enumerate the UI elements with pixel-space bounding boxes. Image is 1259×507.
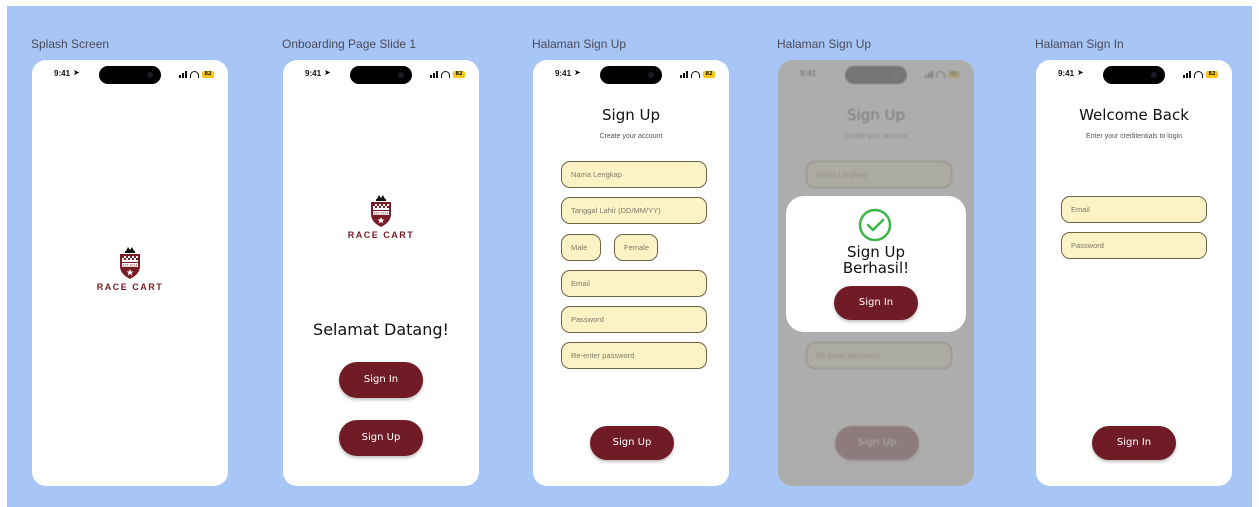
battery-icon: 82 xyxy=(1206,71,1218,78)
birth-date-field[interactable]: Tanggal Lahir (DD/MM/YY) xyxy=(561,197,707,224)
sign-up-button[interactable]: Sign Up xyxy=(339,420,423,456)
status-icons: 82 xyxy=(680,70,715,78)
phone-signin: 9:41 ➤ 82 Welcome Back Enter your credite… xyxy=(1036,60,1232,486)
svg-text:EST.2024: EST.2024 xyxy=(123,263,138,267)
status-time: 9:41 xyxy=(1058,69,1075,78)
success-message-line1: Sign Up xyxy=(847,243,905,261)
race-cart-logo: EST.2024 RACE CART xyxy=(331,194,431,240)
phone-onboarding: 9:41 ➤ 82 EST.2024 RACE CART Selamat Data… xyxy=(283,60,479,486)
status-icons: 82 xyxy=(430,70,465,78)
reenter-password-field[interactable]: Re-enter password xyxy=(561,342,707,369)
crest-icon: EST.2024 xyxy=(371,195,391,227)
email-field[interactable]: Email xyxy=(1061,196,1207,223)
svg-text:EST.2024: EST.2024 xyxy=(374,211,389,215)
phone-signup: 9:41 ➤ 82 Sign Up Create your account Nam… xyxy=(533,60,729,486)
sign-in-button[interactable]: Sign In xyxy=(339,362,423,398)
frame-label-onboarding: Onboarding Page Slide 1 xyxy=(282,37,417,51)
status-bar: 9:41 ➤ 82 xyxy=(1036,60,1232,90)
dialog-sign-in-button[interactable]: Sign In xyxy=(834,286,918,320)
location-arrow-icon: ➤ xyxy=(73,68,80,77)
success-message: Sign Up Berhasil! xyxy=(786,244,966,276)
page-subtitle: Enter your creditentials to login xyxy=(1085,133,1183,140)
wifi-icon xyxy=(1194,71,1203,78)
success-dialog: Sign Up Berhasil! Sign In xyxy=(786,196,966,332)
brand-name: RACE CART xyxy=(347,230,415,240)
sign-in-submit-button[interactable]: Sign In xyxy=(1092,426,1176,460)
wifi-icon xyxy=(441,71,450,78)
brand-name: RACE CART xyxy=(96,282,164,292)
phone-splash: 9:41 ➤ 82 EST.2024 RACE CART xyxy=(32,60,228,486)
page-title: Welcome Back xyxy=(1079,106,1189,124)
signal-icon xyxy=(1183,71,1191,78)
signal-icon xyxy=(179,71,187,78)
frame-label-signup: Halaman Sign Up xyxy=(532,37,627,51)
wifi-icon xyxy=(691,71,700,78)
gender-female-option[interactable]: Female xyxy=(614,234,658,261)
battery-icon: 82 xyxy=(703,71,715,78)
status-bar: 9:41 ➤ 82 xyxy=(283,60,479,90)
frame-label-signup-success: Halaman Sign Up xyxy=(777,37,872,51)
status-icons: 82 xyxy=(1183,70,1218,78)
status-time: 9:41 xyxy=(305,69,322,78)
signal-icon xyxy=(680,71,688,78)
frame-label-splash: Splash Screen xyxy=(31,37,110,51)
status-bar: 9:41 ➤ 82 xyxy=(533,60,729,90)
status-icons: 82 xyxy=(179,70,214,78)
dynamic-island xyxy=(1103,66,1165,84)
success-message-line2: Berhasil! xyxy=(842,259,910,277)
dynamic-island xyxy=(99,66,161,84)
welcome-heading: Selamat Datang! xyxy=(313,320,449,339)
location-arrow-icon: ➤ xyxy=(324,68,331,77)
dynamic-island xyxy=(350,66,412,84)
password-field[interactable]: Password xyxy=(1061,232,1207,259)
battery-icon: 82 xyxy=(202,71,214,78)
status-time: 9:41 xyxy=(54,69,71,78)
phone-signup-success: 9:41 82 Sign Up Create your account Nama… xyxy=(778,60,974,486)
status-time: 9:41 xyxy=(555,69,572,78)
signal-icon xyxy=(430,71,438,78)
battery-icon: 82 xyxy=(453,71,465,78)
crest-icon: EST.2024 xyxy=(120,247,140,279)
page-subtitle: Create your account xyxy=(599,133,663,140)
frame-label-signin: Halaman Sign In xyxy=(1035,37,1124,51)
location-arrow-icon: ➤ xyxy=(574,68,581,77)
dynamic-island xyxy=(600,66,662,84)
password-field[interactable]: Password xyxy=(561,306,707,333)
wifi-icon xyxy=(190,71,199,78)
full-name-field[interactable]: Nama Lengkap xyxy=(561,161,707,188)
check-circle-icon xyxy=(858,208,892,242)
location-arrow-icon: ➤ xyxy=(1077,68,1084,77)
sign-up-submit-button[interactable]: Sign Up xyxy=(590,426,674,460)
gender-male-option[interactable]: Male xyxy=(561,234,601,261)
status-bar: 9:41 ➤ 82 xyxy=(32,60,228,90)
email-field[interactable]: Email xyxy=(561,270,707,297)
page-title: Sign Up xyxy=(602,106,660,124)
race-cart-logo: EST.2024 RACE CART xyxy=(80,246,180,292)
